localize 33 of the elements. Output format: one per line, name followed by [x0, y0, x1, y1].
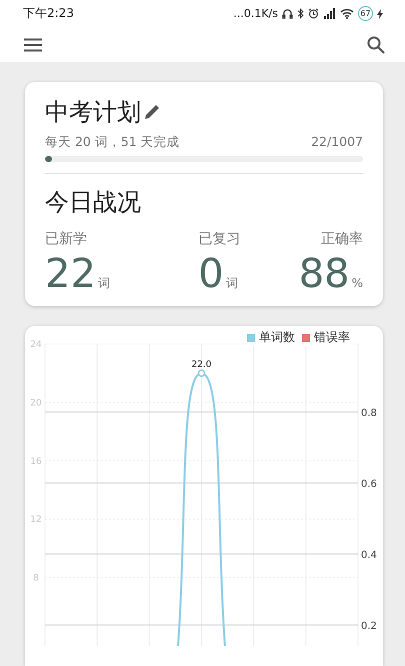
network-speed: ...0.1K/s — [233, 7, 278, 20]
stat-unit: 词 — [98, 275, 110, 292]
plan-summary: 每天 20 词，51 天完成 — [45, 134, 180, 151]
headphones-icon — [282, 8, 293, 20]
menu-icon[interactable] — [24, 38, 42, 52]
plan-title: 中考计划 — [45, 97, 141, 128]
stat-unit: 词 — [226, 275, 238, 292]
legend-label: 错误率 — [314, 329, 350, 346]
legend-label: 单词数 — [259, 329, 295, 346]
stat-unit: % — [352, 276, 363, 290]
stat-label: 正确率 — [321, 230, 363, 248]
pencil-icon[interactable] — [143, 103, 161, 121]
stat-value: 88 — [298, 252, 350, 296]
stat-label: 已新学 — [45, 230, 88, 248]
today-title: 今日战况 — [45, 187, 142, 218]
signal-icon — [323, 8, 336, 20]
axis-tick-label: 0.6 — [361, 479, 377, 490]
axis-tick-label: 0.2 — [361, 621, 377, 632]
charging-icon — [377, 8, 383, 19]
axis-tick-label: 0.4 — [361, 550, 377, 561]
battery-level: 67 — [358, 6, 373, 22]
stat-label: 已复习 — [198, 230, 240, 248]
search-icon[interactable] — [367, 36, 385, 54]
stat-value: 0 — [198, 252, 224, 296]
data-label: 22.0 — [191, 360, 212, 370]
wifi-icon — [340, 8, 354, 20]
stat-value: 22 — [45, 252, 96, 296]
status-time: 下午2:23 — [23, 5, 74, 22]
bluetooth-icon — [297, 8, 304, 20]
axis-tick-label: 0.8 — [361, 408, 377, 419]
plan-count: 22/1007 — [311, 134, 363, 151]
data-point — [198, 369, 206, 377]
alarm-icon — [308, 8, 319, 20]
